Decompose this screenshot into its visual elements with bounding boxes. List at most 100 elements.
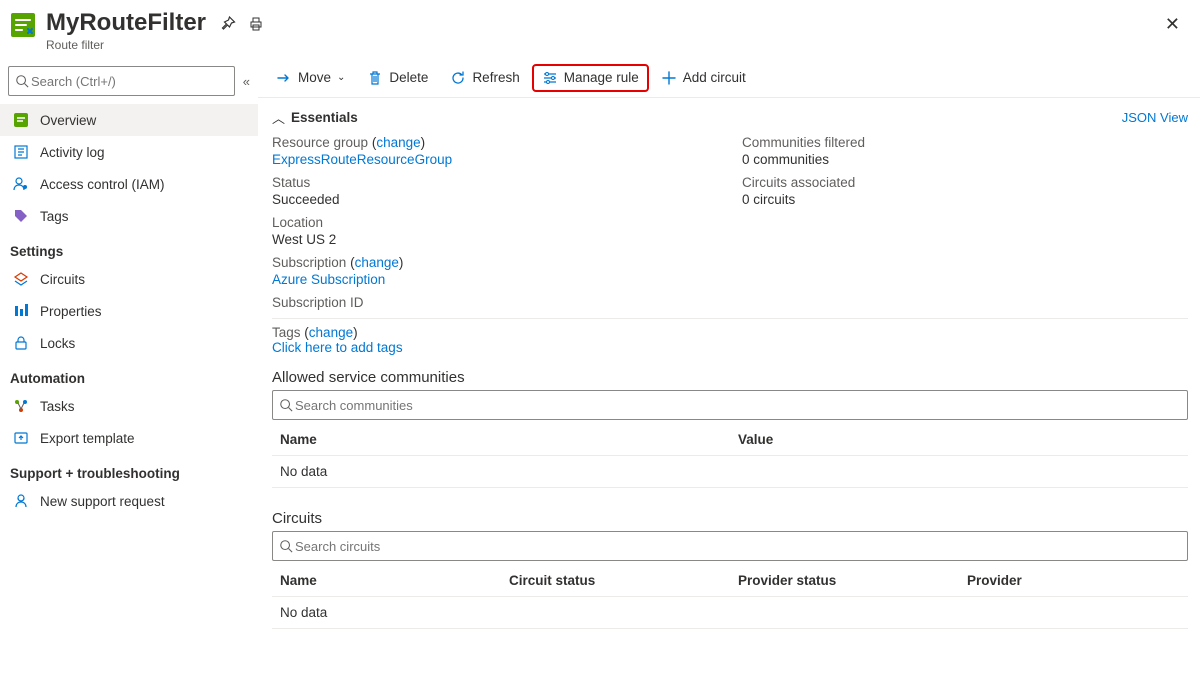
no-data-cell: No data <box>272 456 1188 488</box>
button-label: Refresh <box>472 70 519 85</box>
json-view-link[interactable]: JSON View <box>1122 110 1188 125</box>
status-label: Status <box>272 175 718 190</box>
tags-row: Tags (change) Click here to add tags <box>272 318 1188 361</box>
communities-col-value[interactable]: Value <box>730 424 1188 456</box>
delete-button[interactable]: Delete <box>359 66 436 90</box>
tasks-icon <box>12 397 30 415</box>
search-icon <box>279 398 293 412</box>
table-row: No data <box>272 456 1188 488</box>
essentials-header[interactable]: ︿ Essentials JSON View <box>272 104 1188 131</box>
add-tags-link[interactable]: Click here to add tags <box>272 340 403 355</box>
sidebar-item-label: New support request <box>40 494 165 509</box>
communities-section-title: Allowed service communities <box>272 361 1188 390</box>
move-button[interactable]: Move ⌄ <box>268 66 353 90</box>
communities-filtered-value: 0 communities <box>742 152 1188 167</box>
tags-icon <box>12 207 30 225</box>
access-control-icon <box>12 175 30 193</box>
page-title: MyRouteFilter <box>46 10 206 36</box>
communities-col-name[interactable]: Name <box>272 424 730 456</box>
sidebar-item-properties[interactable]: Properties <box>0 295 258 327</box>
sidebar-item-label: Tasks <box>40 399 75 414</box>
manage-rule-button[interactable]: Manage rule <box>534 66 647 90</box>
sidebar-item-label: Activity log <box>40 145 105 160</box>
sidebar-search[interactable] <box>8 66 235 96</box>
sidebar-item-tasks[interactable]: Tasks <box>0 390 258 422</box>
add-icon <box>661 70 677 86</box>
change-subscription-link[interactable]: change <box>355 255 399 270</box>
close-icon[interactable]: ✕ <box>1157 10 1188 39</box>
sidebar-section-support: Support + troubleshooting <box>0 454 258 485</box>
sidebar-item-export-template[interactable]: Export template <box>0 422 258 454</box>
subscription-label: Subscription <box>272 255 346 270</box>
sidebar-item-label: Overview <box>40 113 96 128</box>
sidebar-item-circuits[interactable]: Circuits <box>0 263 258 295</box>
search-icon <box>279 539 293 553</box>
sidebar-item-label: Locks <box>40 336 75 351</box>
sidebar-section-settings: Settings <box>0 232 258 263</box>
change-tags-link[interactable]: change <box>309 325 353 340</box>
sidebar-search-input[interactable] <box>29 73 228 90</box>
change-resource-group-link[interactable]: change <box>376 135 420 150</box>
sidebar-item-access-control[interactable]: Access control (IAM) <box>0 168 258 200</box>
print-icon[interactable] <box>248 16 264 32</box>
add-circuit-button[interactable]: Add circuit <box>653 66 754 90</box>
title-block: MyRouteFilter Route filter <box>46 10 206 52</box>
circuits-associated-label: Circuits associated <box>742 175 1188 190</box>
location-label: Location <box>272 215 718 230</box>
search-icon <box>15 74 29 88</box>
communities-filtered-label: Communities filtered <box>742 135 1188 150</box>
communities-search[interactable] <box>272 390 1188 420</box>
circuits-col-provider[interactable]: Provider <box>959 565 1188 597</box>
resource-group-value[interactable]: ExpressRouteResourceGroup <box>272 152 452 167</box>
export-template-icon <box>12 429 30 447</box>
sidebar-item-locks[interactable]: Locks <box>0 327 258 359</box>
circuits-table: Name Circuit status Provider status Prov… <box>272 565 1188 629</box>
status-value: Succeeded <box>272 192 718 207</box>
sidebar-item-overview[interactable]: Overview <box>0 104 258 136</box>
sidebar-item-activity-log[interactable]: Activity log <box>0 136 258 168</box>
command-bar: Move ⌄ Delete Refresh Manage rule Add ci… <box>258 58 1200 98</box>
tags-label: Tags <box>272 325 301 340</box>
sidebar: « Overview Activity log Access control (… <box>0 58 258 684</box>
sidebar-item-label: Properties <box>40 304 102 319</box>
blade-header: MyRouteFilter Route filter ✕ <box>0 0 1200 58</box>
lock-icon <box>12 334 30 352</box>
page-subtitle: Route filter <box>46 38 206 52</box>
circuits-search-input[interactable] <box>293 538 1181 555</box>
button-label: Move <box>298 70 331 85</box>
circuits-section-title: Circuits <box>272 502 1188 531</box>
activity-log-icon <box>12 143 30 161</box>
properties-icon <box>12 302 30 320</box>
refresh-button[interactable]: Refresh <box>442 66 527 90</box>
refresh-icon <box>450 70 466 86</box>
subscription-id-label: Subscription ID <box>272 295 718 310</box>
communities-search-input[interactable] <box>293 397 1181 414</box>
button-label: Manage rule <box>564 70 639 85</box>
circuits-col-status[interactable]: Circuit status <box>501 565 730 597</box>
sidebar-item-label: Access control (IAM) <box>40 177 165 192</box>
circuits-col-provider-status[interactable]: Provider status <box>730 565 959 597</box>
collapse-sidebar-icon[interactable]: « <box>243 74 250 89</box>
button-label: Add circuit <box>683 70 746 85</box>
sidebar-item-tags[interactable]: Tags <box>0 200 258 232</box>
resource-group-label: Resource group <box>272 135 368 150</box>
essentials-grid: Resource group (change) ExpressRouteReso… <box>272 131 1188 318</box>
sidebar-section-automation: Automation <box>0 359 258 390</box>
chevron-down-icon: ⌄ <box>337 72 345 83</box>
subscription-value[interactable]: Azure Subscription <box>272 272 385 287</box>
support-icon <box>12 492 30 510</box>
circuits-icon <box>12 270 30 288</box>
manage-rule-icon <box>542 70 558 86</box>
chevron-up-icon: ︿ <box>272 108 285 127</box>
route-filter-icon <box>8 10 38 40</box>
sidebar-item-label: Tags <box>40 209 69 224</box>
sidebar-item-label: Export template <box>40 431 135 446</box>
location-value: West US 2 <box>272 232 718 247</box>
move-icon <box>276 70 292 86</box>
communities-table: Name Value No data <box>272 424 1188 488</box>
circuits-search[interactable] <box>272 531 1188 561</box>
button-label: Delete <box>389 70 428 85</box>
sidebar-item-new-support-request[interactable]: New support request <box>0 485 258 517</box>
pin-icon[interactable] <box>220 16 236 32</box>
circuits-col-name[interactable]: Name <box>272 565 501 597</box>
